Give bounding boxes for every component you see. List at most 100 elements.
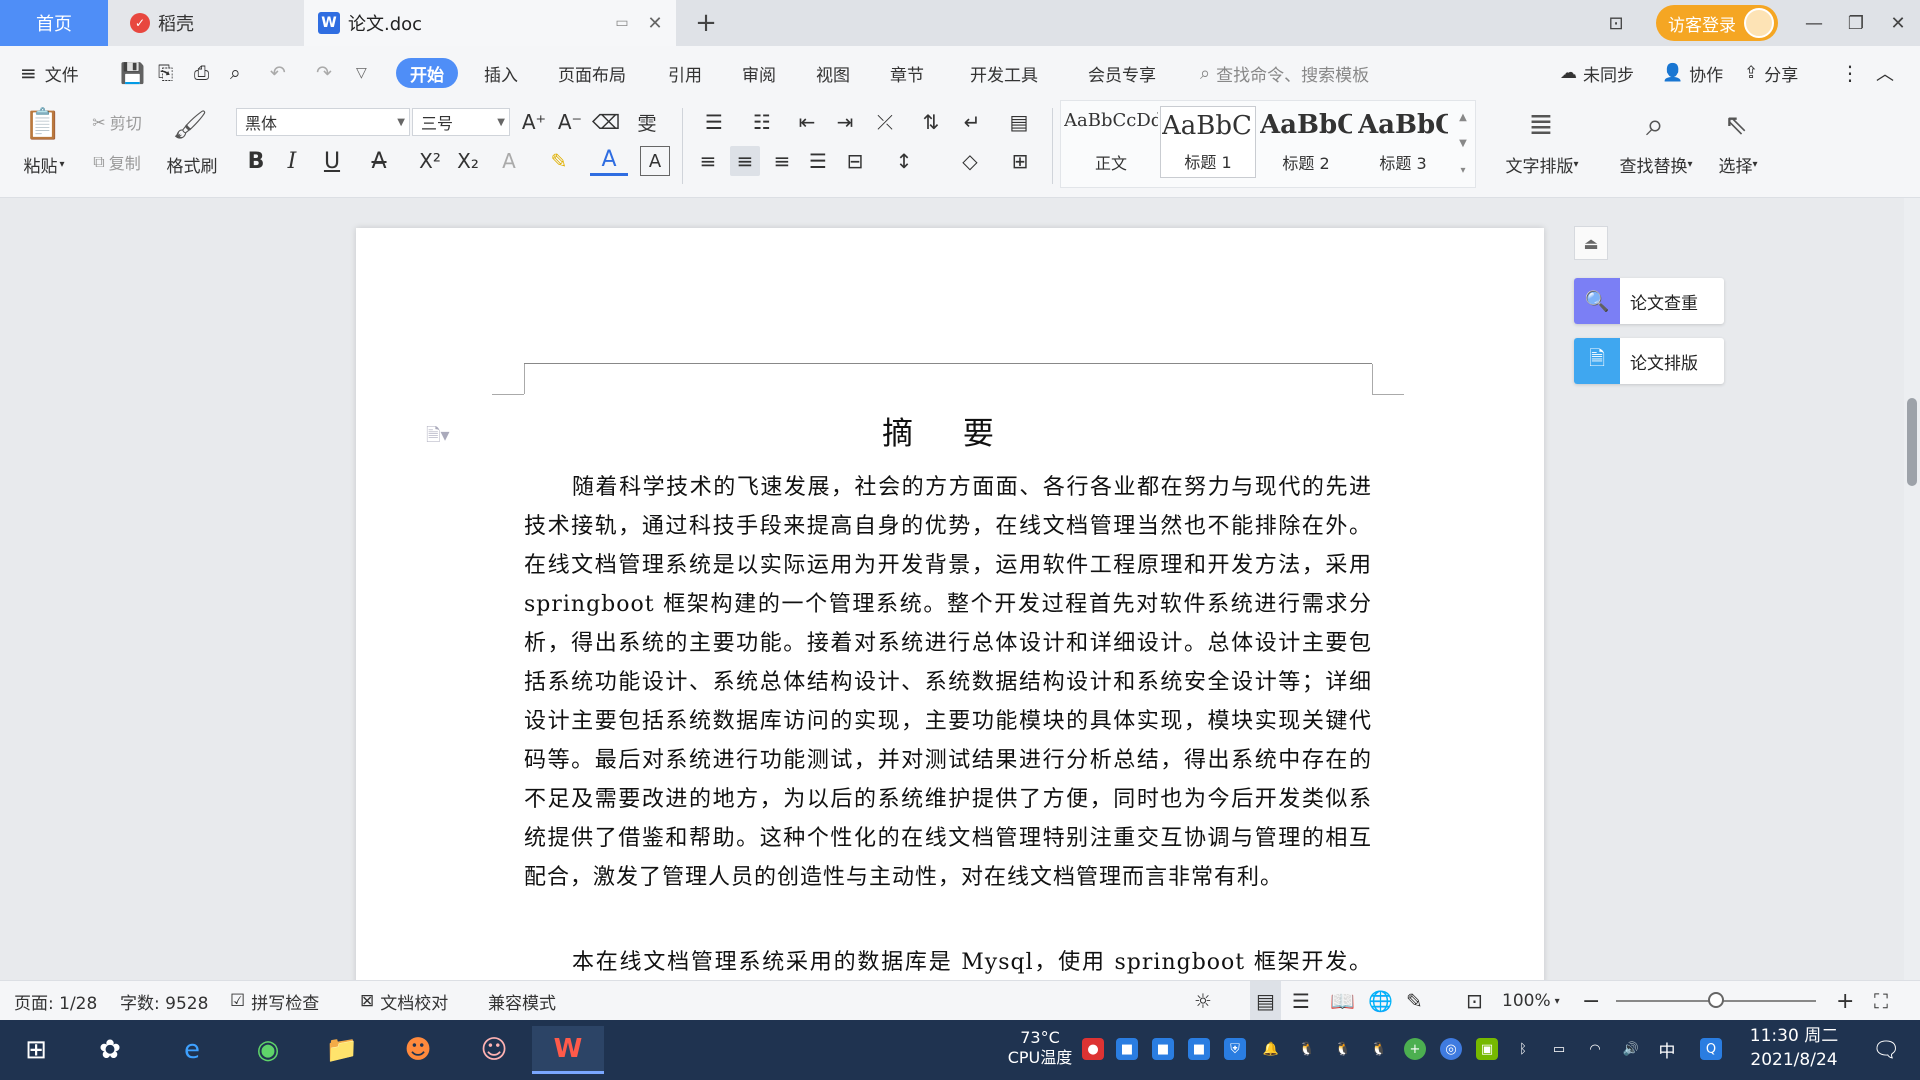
tab-insert[interactable]: 插入 [484,58,518,88]
tab-references[interactable]: 引用 [668,58,702,88]
strikethrough-icon[interactable]: A [362,146,396,176]
quick-access-more-icon[interactable]: ▽ [356,58,367,88]
close-window-icon[interactable]: ✕ [1878,0,1918,46]
document-page[interactable]: 🗎▾ 摘 要 随着科学技术的飞速发展，社会的方方面面、各行各业都在努力与现代的先… [356,228,1544,980]
style-heading-2[interactable]: AaBbC 标题 2 [1258,106,1354,178]
cut-button[interactable]: ✂ 剪切 [82,108,152,136]
command-search[interactable]: ⌕ 查找命令、搜索模板 [1200,58,1369,88]
nvidia-icon[interactable]: ▣ [1476,1038,1498,1060]
zoom-select[interactable]: 100% ▾ [1502,981,1560,1021]
zoom-out-icon[interactable]: − [1582,981,1600,1021]
sync-button[interactable]: ☁ 未同步 [1560,58,1634,88]
web-view-icon[interactable]: 🌐 [1368,981,1393,1021]
align-center-icon[interactable]: ≡ [730,146,760,176]
scrollbar-thumb[interactable] [1907,398,1917,486]
char-border-icon[interactable]: A [640,146,670,176]
ruler-icon[interactable]: ▤ [1002,108,1036,136]
paste-icon[interactable]: 📋 [18,104,68,144]
zoom-slider[interactable] [1616,981,1846,1021]
text-direction-icon[interactable]: ⤫ [868,108,902,136]
align-left-icon[interactable]: ≡ [694,146,722,176]
qq-penguin-icon-3[interactable]: 🐧 [1368,1038,1390,1060]
shading-icon[interactable]: ◇ [950,146,990,176]
line-break-icon[interactable]: ↵ [954,108,990,136]
find-replace-button[interactable]: 查找替换 ▾ [1608,150,1704,178]
text-layout-icon[interactable]: ≣ [1516,104,1566,144]
style-heading-1[interactable]: AaBbC 标题 1 [1160,106,1256,178]
increase-font-icon[interactable]: A⁺ [520,108,548,136]
collab-button[interactable]: 👤 协作 [1662,58,1723,88]
select-cursor-icon[interactable]: ⇖ [1716,104,1756,144]
redo-icon[interactable]: ↷ [316,58,332,88]
windows-start-icon[interactable]: ⊞ [12,1026,60,1074]
line-spacing-icon[interactable]: ↕ [884,146,924,176]
tab-start[interactable]: 开始 [396,58,458,88]
vertical-scrollbar[interactable] [1904,198,1920,980]
tray-blue-icon-3[interactable]: ■ [1188,1038,1210,1060]
sort-icon[interactable]: ⇅ [916,108,946,136]
spell-check-button[interactable]: ☑ 拼写检查 [230,981,319,1021]
wifi-icon[interactable]: ◠ [1584,1038,1606,1060]
export-icon[interactable]: ⎘ [158,58,173,88]
paragraph-menu-icon[interactable]: 🗎▾ [426,423,454,446]
styles-scroll[interactable]: ▲ ▼ ▾ [1454,104,1472,184]
zoom-slider-thumb[interactable] [1708,992,1724,1008]
cpu-temp-widget[interactable]: 73°C CPU温度 [1000,1028,1080,1068]
plus-icon[interactable]: + [1404,1038,1426,1060]
tab-chapter[interactable]: 章节 [890,58,924,88]
tray-app-icon[interactable]: ● [1082,1038,1104,1060]
page-indicator[interactable]: 页面: 1/28 [14,981,97,1021]
italic-icon[interactable]: I [278,146,306,176]
shield-icon[interactable]: ⛨ [1224,1038,1246,1060]
qq-penguin-icon-2[interactable]: 🐧 [1332,1038,1354,1060]
highlight-icon[interactable]: ✎ [540,146,578,176]
qq-penguin-icon[interactable]: 🐧 [1296,1038,1318,1060]
more-icon[interactable]: ⋮ [1840,58,1860,88]
ime-indicator[interactable]: 中 [1656,1038,1678,1062]
green-browser-icon[interactable]: ◉ [244,1026,292,1074]
minimize-icon[interactable]: — [1794,0,1834,46]
app-avatar-icon[interactable]: ☻ [394,1026,442,1074]
clear-format-icon[interactable]: ⌫ [592,108,620,136]
underline-icon[interactable]: U [314,146,350,176]
tab-developer[interactable]: 开发工具 [970,58,1038,88]
search-q-icon[interactable]: Q [1700,1038,1722,1060]
format-painter-button[interactable]: 格式刷 [160,150,224,178]
app-swirl-icon[interactable]: ✿ [86,1026,134,1074]
font-name-select[interactable]: 黑体 ▼ [236,108,410,136]
bullet-list-icon[interactable]: ☰ [696,108,732,136]
print-icon[interactable]: ⎙ [194,58,209,88]
align-right-icon[interactable]: ≡ [768,146,796,176]
bell-icon[interactable]: 🔔 [1260,1038,1282,1060]
tray-blue-icon[interactable]: ■ [1116,1038,1138,1060]
read-view-icon[interactable]: 📖 [1330,981,1355,1021]
bluetooth-icon[interactable]: ᛒ [1512,1038,1534,1060]
battery-icon[interactable]: ▭ [1548,1038,1570,1060]
font-color-icon[interactable]: A [590,146,628,176]
system-clock[interactable]: 11:30 周二 2021/8/24 [1740,1024,1848,1072]
subscript-icon[interactable]: X₂ [452,146,484,176]
collapse-ribbon-icon[interactable]: ︿ [1876,58,1894,88]
zoom-in-icon[interactable]: + [1836,981,1854,1021]
eye-protect-icon[interactable]: ☼ [1194,981,1212,1021]
tab-daoke[interactable]: ✓ 稻壳 [108,0,304,46]
tab-view[interactable]: 视图 [816,58,850,88]
copy-button[interactable]: ⧉ 复制 [82,148,152,176]
undo-icon[interactable]: ↶ [270,58,286,88]
find-replace-icon[interactable]: ⌕ [1630,104,1680,144]
justify-icon[interactable]: ☰ [804,146,832,176]
layout-toggle-icon[interactable]: ⊡ [1596,0,1636,46]
notification-icon[interactable]: 🗨 [1862,1026,1910,1074]
decrease-font-icon[interactable]: A⁻ [556,108,584,136]
ie-browser-icon[interactable]: e [168,1026,216,1074]
wps-app-icon[interactable]: W [532,1026,604,1074]
text-effect-icon[interactable]: A [492,146,526,176]
file-explorer-icon[interactable]: 📁 [318,1026,366,1074]
volume-icon[interactable]: 🔊 [1620,1038,1642,1060]
paper-check-button[interactable]: 🔍 论文查重 [1574,278,1724,324]
text-layout-button[interactable]: 文字排版 ▾ [1494,150,1590,178]
font-size-select[interactable]: 三号 ▼ [412,108,510,136]
outline-view-icon[interactable]: ☰ [1292,981,1310,1021]
fit-page-icon[interactable]: ⊡ [1466,981,1483,1021]
phonetic-icon[interactable]: 雯 [630,108,664,136]
